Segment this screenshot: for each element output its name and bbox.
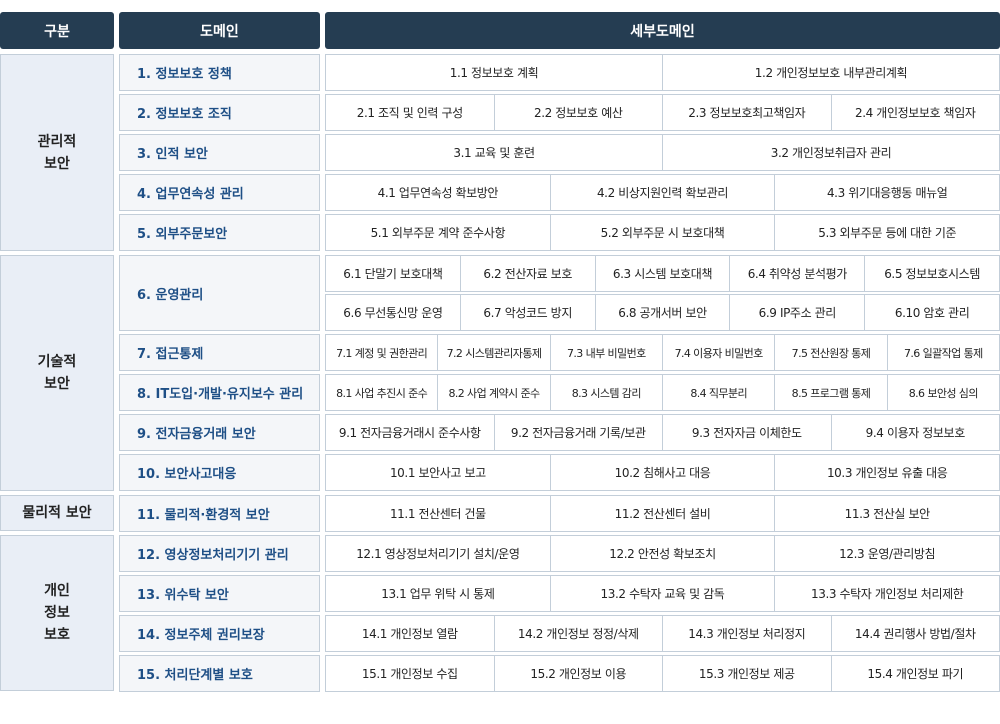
subdomain-cell: 12.1 영상정보처리기기 설치/운영 — [326, 536, 551, 571]
subdomain-cell: 6.8 공개서버 보안 — [596, 295, 731, 330]
domain-row-2: 2. 정보보호 조직 — [119, 94, 320, 131]
subdomain-cell: 2.1 조직 및 인력 구성 — [326, 95, 495, 130]
subdomain-cell: 10.3 개인정보 유출 대응 — [826, 466, 948, 480]
subdomain-cell: 10.1 보안사고 보고 — [326, 455, 551, 490]
domain-row-14: 14. 정보주체 권리보장 — [119, 615, 320, 652]
subdomain-cell: 7.6 일괄작업 통제 — [904, 346, 983, 360]
subdomain-cell: 12.2 안전성 확보조치 — [551, 536, 776, 571]
subdomain-cell: 4.2 비상지원인력 확보관리 — [551, 175, 776, 210]
subdomain-row-15: 15.1 개인정보 수집 15.2 개인정보 이용 15.3 개인정보 제공 1… — [325, 655, 1000, 692]
subdomain-cell: 6.4 취약성 분석평가 — [730, 256, 866, 291]
subdomain-cell: 3.2 개인정보취급자 관리 — [770, 146, 892, 160]
subdomain-row-6a: 6.1 단말기 보호대책 6.2 전산자료 보호 6.3 시스템 보호대책 6.… — [325, 255, 1000, 292]
domain-row-15: 15. 처리단계별 보호 — [119, 655, 320, 692]
subdomain-cell: 15.1 개인정보 수집 — [326, 656, 495, 691]
subdomain-cell: 2.2 정보보호 예산 — [495, 95, 663, 130]
subdomain-row-3: 3.1 교육 및 훈련 3.2 개인정보취급자 관리 — [325, 134, 1000, 171]
subdomain-cell: 7.1 계정 및 권한관리 — [326, 335, 439, 370]
domain-row-4: 4. 업무연속성 관리 — [119, 174, 320, 211]
domain-row-3: 3. 인적 보안 — [119, 134, 320, 171]
subdomain-row-13: 13.1 업무 위탁 시 통제 13.2 수탁자 교육 및 감독 13.3 수탁… — [325, 575, 1000, 612]
subdomain-cell: 6.1 단말기 보호대책 — [326, 256, 461, 291]
subdomain-cell: 2.3 정보보호최고책임자 — [663, 95, 832, 130]
subdomain-cell: 7.2 시스템관리자통제 — [438, 335, 551, 370]
subdomain-row-1: 1.1 정보보호 계획 1.2 개인정보보호 내부관리계획 — [325, 54, 1000, 91]
subdomain-cell: 9.3 전자자금 이체한도 — [663, 415, 832, 450]
domain-row-8: 8. IT도입·개발·유지보수 관리 — [119, 374, 320, 411]
subdomain-cell: 14.1 개인정보 열람 — [326, 616, 495, 651]
subdomain-cell: 6.10 암호 관리 — [894, 306, 970, 320]
domain-row-6: 6. 운영관리 — [119, 255, 320, 331]
subdomain-cell: 8.6 보안성 심의 — [908, 386, 979, 400]
subdomain-cell: 15.2 개인정보 이용 — [495, 656, 663, 691]
subdomain-cell: 7.3 내부 비밀번호 — [551, 335, 663, 370]
subdomain-cell: 8.1 사업 추진시 준수 — [326, 375, 439, 410]
subdomain-cell: 4.3 위기대응행동 매뉴얼 — [826, 186, 948, 200]
category-managerial: 관리적 보안 — [0, 54, 114, 251]
subdomain-cell: 11.1 전산센터 건물 — [326, 496, 551, 531]
subdomain-cell: 9.4 이용자 정보보호 — [865, 426, 966, 440]
domain-row-9: 9. 전자금융거래 보안 — [119, 414, 320, 451]
domain-row-10: 10. 보안사고대응 — [119, 454, 320, 491]
subdomain-cell: 8.3 시스템 감리 — [551, 375, 663, 410]
subdomain-row-2: 2.1 조직 및 인력 구성 2.2 정보보호 예산 2.3 정보보호최고책임자… — [325, 94, 1000, 131]
subdomain-cell: 9.1 전자금융거래시 준수사항 — [326, 415, 495, 450]
subdomain-cell: 8.4 직무분리 — [663, 375, 776, 410]
category-physical: 물리적 보안 — [0, 495, 114, 531]
subdomain-row-8: 8.1 사업 추진시 준수 8.2 사업 계약시 준수 8.3 시스템 감리 8… — [325, 374, 1000, 411]
subdomain-cell: 15.4 개인정보 파기 — [867, 667, 964, 681]
subdomain-row-4: 4.1 업무연속성 확보방안 4.2 비상지원인력 확보관리 4.3 위기대응행… — [325, 174, 1000, 211]
subdomain-row-6b: 6.6 무선통신망 운영 6.7 악성코드 방지 6.8 공개서버 보안 6.9… — [325, 294, 1000, 331]
subdomain-cell: 12.3 운영/관리방침 — [839, 547, 936, 561]
subdomain-cell: 6.2 전산자료 보호 — [461, 256, 596, 291]
subdomain-cell: 11.3 전산실 보안 — [844, 507, 931, 521]
subdomain-cell: 13.1 업무 위탁 시 통제 — [326, 576, 551, 611]
subdomain-row-14: 14.1 개인정보 열람 14.2 개인정보 정정/삭제 14.3 개인정보 처… — [325, 615, 1000, 652]
domain-row-1: 1. 정보보호 정책 — [119, 54, 320, 91]
subdomain-cell: 6.3 시스템 보호대책 — [596, 256, 731, 291]
subdomain-cell: 13.3 수탁자 개인정보 처리제한 — [810, 587, 964, 601]
subdomain-row-9: 9.1 전자금융거래시 준수사항 9.2 전자금융거래 기록/보관 9.3 전자… — [325, 414, 1000, 451]
subdomain-cell: 7.5 전산원장 통제 — [775, 335, 888, 370]
subdomain-cell: 5.1 외부주문 계약 준수사항 — [326, 215, 551, 250]
subdomain-cell: 9.2 전자금융거래 기록/보관 — [495, 415, 663, 450]
subdomain-row-12: 12.1 영상정보처리기기 설치/운영 12.2 안전성 확보조치 12.3 운… — [325, 535, 1000, 572]
subdomain-row-5: 5.1 외부주문 계약 준수사항 5.2 외부주문 시 보호대책 5.3 외부주… — [325, 214, 1000, 251]
category-technical: 기술적 보안 — [0, 255, 114, 491]
subdomain-cell: 3.1 교육 및 훈련 — [326, 135, 663, 170]
header-domain: 도메인 — [119, 12, 320, 49]
subdomain-cell: 7.4 이용자 비밀번호 — [663, 335, 776, 370]
subdomain-row-11: 11.1 전산센터 건물 11.2 전산센터 설비 11.3 전산실 보안 — [325, 495, 1000, 532]
subdomain-cell: 14.4 권리행사 방법/절차 — [854, 627, 976, 641]
subdomain-cell: 13.2 수탁자 교육 및 감독 — [551, 576, 776, 611]
subdomain-cell: 1.2 개인정보보호 내부관리계획 — [754, 66, 908, 80]
subdomain-cell: 14.2 개인정보 정정/삭제 — [495, 616, 663, 651]
domain-row-12: 12. 영상정보처리기기 관리 — [119, 535, 320, 572]
header-category: 구분 — [0, 12, 114, 49]
subdomain-cell: 8.2 사업 계약시 준수 — [438, 375, 551, 410]
subdomain-cell: 8.5 프로그램 통제 — [775, 375, 888, 410]
subdomain-cell: 2.4 개인정보보호 책임자 — [855, 106, 976, 120]
subdomain-cell: 11.2 전산센터 설비 — [551, 496, 776, 531]
subdomain-cell: 5.2 외부주문 시 보호대책 — [551, 215, 776, 250]
subdomain-cell: 5.3 외부주문 등에 대한 기준 — [818, 226, 957, 240]
subdomain-cell: 6.6 무선통신망 운영 — [326, 295, 461, 330]
subdomain-cell: 15.3 개인정보 제공 — [663, 656, 832, 691]
subdomain-cell: 10.2 침해사고 대응 — [551, 455, 776, 490]
subdomain-cell: 4.1 업무연속성 확보방안 — [326, 175, 551, 210]
subdomain-row-10: 10.1 보안사고 보고 10.2 침해사고 대응 10.3 개인정보 유출 대… — [325, 454, 1000, 491]
subdomain-cell: 6.9 IP주소 관리 — [730, 295, 866, 330]
header-subdomain: 세부도메인 — [325, 12, 1000, 49]
domain-row-7: 7. 접근통제 — [119, 334, 320, 371]
subdomain-cell: 1.1 정보보호 계획 — [326, 55, 663, 90]
domain-row-5: 5. 외부주문보안 — [119, 214, 320, 251]
subdomain-cell: 14.3 개인정보 처리정지 — [663, 616, 832, 651]
category-privacy: 개인 정보 보호 — [0, 535, 114, 691]
domain-row-11: 11. 물리적·환경적 보안 — [119, 495, 320, 532]
domain-row-13: 13. 위수탁 보안 — [119, 575, 320, 612]
subdomain-row-7: 7.1 계정 및 권한관리 7.2 시스템관리자통제 7.3 내부 비밀번호 7… — [325, 334, 1000, 371]
subdomain-cell: 6.7 악성코드 방지 — [461, 295, 596, 330]
subdomain-cell: 6.5 정보보호시스템 — [884, 267, 980, 281]
